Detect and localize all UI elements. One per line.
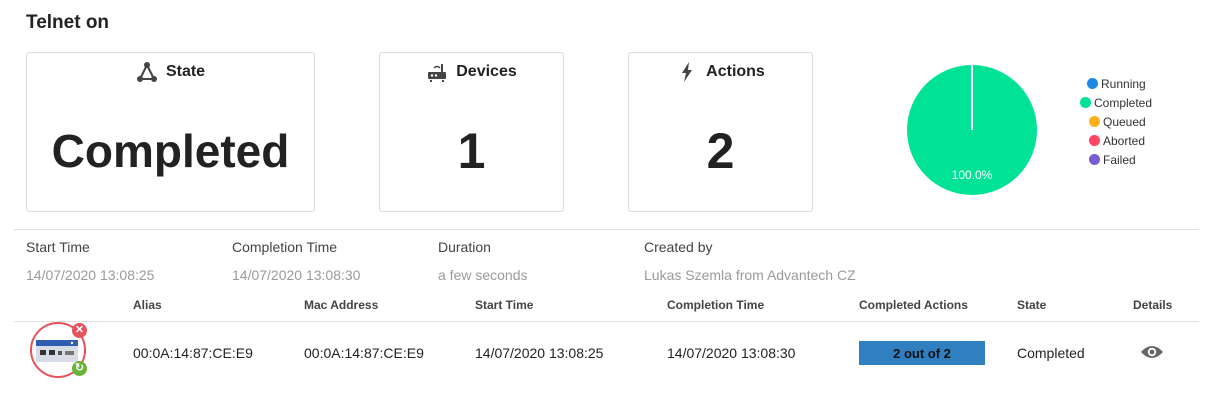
remove-badge-icon[interactable]: ✕ bbox=[72, 323, 87, 338]
row-start-time: 14/07/2020 13:08:25 bbox=[475, 345, 604, 361]
network-icon bbox=[136, 61, 158, 83]
legend-label: Completed bbox=[1094, 95, 1153, 110]
column-header-details: Details bbox=[1133, 298, 1173, 312]
duration-label: Duration bbox=[438, 239, 491, 255]
router-icon bbox=[426, 61, 448, 83]
completed-actions-progress: 2 out of 2 bbox=[859, 341, 985, 365]
legend-marker bbox=[1089, 135, 1100, 146]
legend-item-queued[interactable]: Queued bbox=[1080, 112, 1152, 131]
eye-icon[interactable] bbox=[1140, 344, 1164, 365]
legend-marker bbox=[1089, 116, 1100, 127]
created-by-value: Lukas Szemla from Advantech CZ bbox=[644, 267, 856, 283]
legend-marker bbox=[1080, 97, 1091, 108]
actions-card: Actions 2 bbox=[628, 52, 813, 212]
actions-card-label: Actions bbox=[706, 63, 765, 80]
column-header-start-time[interactable]: Start Time bbox=[475, 298, 533, 312]
start-time-value: 14/07/2020 13:08:25 bbox=[26, 267, 155, 283]
actions-card-value: 2 bbox=[706, 123, 735, 179]
column-header-state[interactable]: State bbox=[1017, 298, 1046, 312]
table-header-divider bbox=[14, 321, 1199, 322]
devices-card-value: 1 bbox=[457, 123, 486, 179]
state-card-label: State bbox=[165, 63, 206, 80]
state-card: State Completed bbox=[26, 52, 315, 212]
page-title: Telnet on bbox=[26, 12, 110, 33]
created-by-label: Created by bbox=[644, 239, 713, 255]
actions-card-header: Actions bbox=[629, 61, 812, 83]
legend-item-failed[interactable]: Failed bbox=[1080, 150, 1152, 169]
devices-card: Devices 1 bbox=[379, 52, 564, 212]
legend-marker bbox=[1087, 78, 1098, 89]
devices-card-label: Devices bbox=[456, 63, 517, 80]
devices-card-header: Devices bbox=[380, 61, 563, 83]
legend-label: Failed bbox=[1103, 152, 1136, 167]
pie-legend: Running Completed Queued Aborted Failed bbox=[1080, 74, 1152, 169]
row-alias: 00:0A:14:87:CE:E9 bbox=[133, 345, 253, 361]
divider bbox=[14, 229, 1199, 230]
completion-time-value: 14/07/2020 13:08:30 bbox=[232, 267, 361, 283]
state-card-header: State bbox=[27, 61, 314, 83]
state-card-value: Completed bbox=[51, 125, 290, 177]
status-pie-chart: 100.0% bbox=[906, 64, 1038, 196]
column-header-completion-time[interactable]: Completion Time bbox=[667, 298, 764, 312]
row-completion-time: 14/07/2020 13:08:30 bbox=[667, 345, 796, 361]
column-header-alias[interactable]: Alias bbox=[133, 298, 162, 312]
row-state: Completed bbox=[1017, 345, 1085, 361]
legend-marker bbox=[1089, 154, 1100, 165]
duration-value: a few seconds bbox=[438, 267, 528, 283]
completed-actions-label: 2 out of 2 bbox=[893, 345, 951, 361]
pie-data-label: 100.0% bbox=[952, 168, 993, 182]
column-header-completed-actions[interactable]: Completed Actions bbox=[859, 298, 968, 312]
legend-item-completed[interactable]: Completed bbox=[1080, 93, 1152, 112]
start-time-label: Start Time bbox=[26, 239, 90, 255]
sync-badge-icon[interactable]: ↻ bbox=[72, 361, 87, 376]
row-mac-address: 00:0A:14:87:CE:E9 bbox=[304, 345, 424, 361]
legend-label: Queued bbox=[1103, 114, 1146, 129]
lightning-icon bbox=[676, 61, 698, 83]
legend-label: Running bbox=[1101, 76, 1146, 91]
legend-item-running[interactable]: Running bbox=[1080, 74, 1152, 93]
completion-time-label: Completion Time bbox=[232, 239, 338, 255]
legend-label: Aborted bbox=[1103, 133, 1146, 148]
column-header-mac-address[interactable]: Mac Address bbox=[304, 298, 378, 312]
legend-item-aborted[interactable]: Aborted bbox=[1080, 131, 1152, 150]
pie-svg: 100.0% bbox=[907, 65, 1037, 195]
